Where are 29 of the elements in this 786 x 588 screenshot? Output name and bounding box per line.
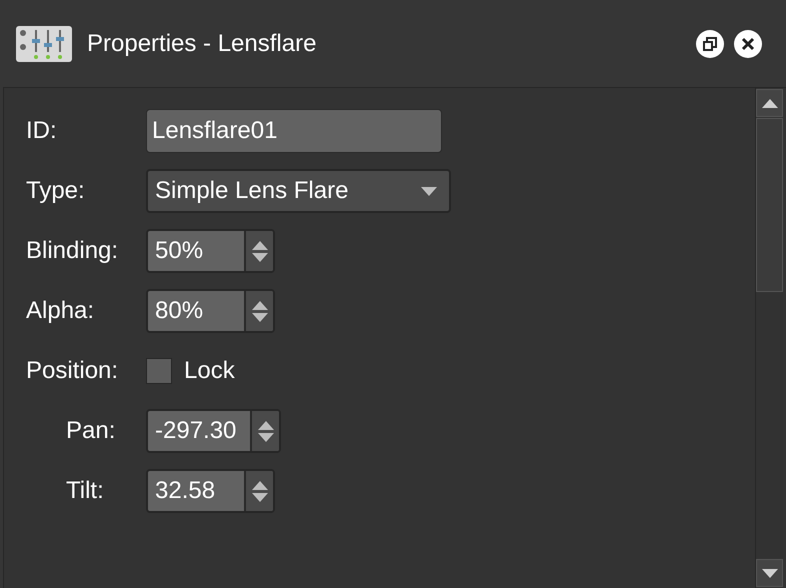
spin-arrows-icon[interactable] xyxy=(244,471,273,511)
restore-button[interactable] xyxy=(696,30,724,58)
caret-icon xyxy=(421,186,437,196)
restore-icon xyxy=(703,36,717,50)
spinner-field[interactable]: -297.30 xyxy=(146,409,282,453)
spinner-field[interactable]: 50% xyxy=(146,229,275,273)
field-label: Position: xyxy=(26,357,118,384)
field-label: Tilt: xyxy=(66,477,104,504)
spinner-field[interactable]: 80% xyxy=(146,289,275,333)
spin-arrows-icon[interactable] xyxy=(244,291,273,331)
spinner-field[interactable]: 32.58 xyxy=(146,469,275,513)
field-label: Blinding: xyxy=(26,237,118,264)
spin-arrows-icon[interactable] xyxy=(250,411,280,451)
close-button[interactable] xyxy=(734,30,762,58)
close-icon xyxy=(741,36,755,50)
scrollbar[interactable] xyxy=(755,88,783,588)
type-dropdown[interactable]: Simple Lens Flare xyxy=(146,169,451,213)
checkbox-label: Lock xyxy=(184,356,235,386)
field-label: Pan: xyxy=(66,417,116,444)
scroll-down-icon[interactable] xyxy=(762,568,778,578)
window-title: Properties - Lensflare xyxy=(87,28,316,58)
field-label: Alpha: xyxy=(26,297,94,324)
field-label: Type: xyxy=(26,177,85,204)
field-label: ID: xyxy=(26,117,57,144)
scroll-up-icon[interactable] xyxy=(762,98,778,108)
spin-arrows-icon[interactable] xyxy=(244,231,273,271)
lock-checkbox[interactable] xyxy=(146,358,172,384)
sliders-icon xyxy=(16,26,72,62)
id-field[interactable]: Lensflare01 xyxy=(146,109,442,153)
